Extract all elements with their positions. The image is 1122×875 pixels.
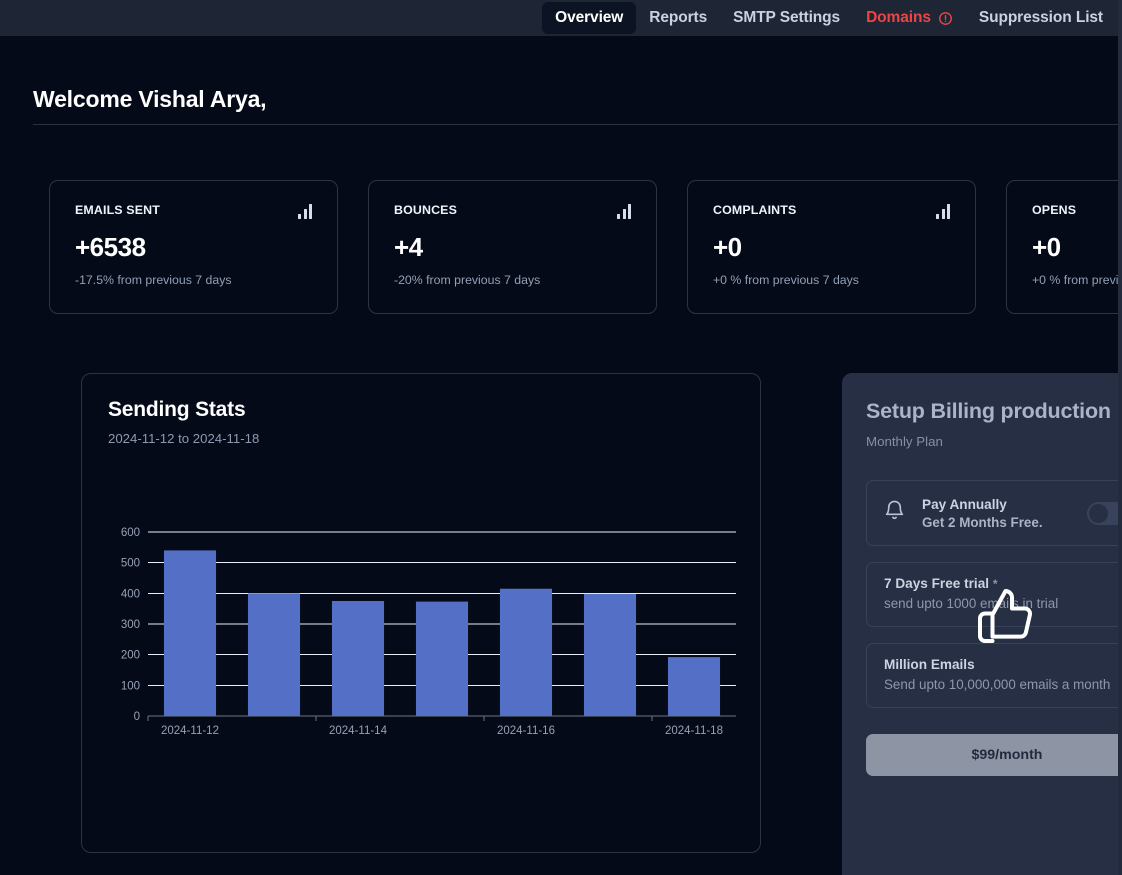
stat-delta: +0 % from previous 7 days: [713, 273, 859, 287]
toggle-knob: [1089, 503, 1108, 523]
nav-item-overview[interactable]: Overview: [542, 2, 637, 34]
pay-annually-row[interactable]: Pay Annually Get 2 Months Free.: [866, 480, 1118, 546]
billing-plan-label: Monthly Plan: [866, 434, 943, 449]
svg-text:600: 600: [121, 527, 140, 539]
feature-star: *: [992, 577, 998, 591]
svg-text:2024-11-18: 2024-11-18: [665, 725, 723, 737]
page-content: Welcome Vishal Arya, EMAILS SENT +6538 -…: [0, 36, 1118, 875]
stat-card-header: OPENS: [1032, 203, 1118, 219]
nav-item-suppression-list[interactable]: Suppression List: [966, 2, 1116, 34]
page-edge-strip: [1118, 0, 1122, 875]
price-button[interactable]: $99/month: [866, 734, 1118, 776]
nav-item-smtp-settings-label: SMTP Settings: [733, 9, 841, 26]
sending-stats-chart: 0 100 200 300 400 500 600 2024-11-12 2024-11-14 2…: [106, 524, 738, 744]
feature-million-emails: Million Emails Send upto 10,000,000 emai…: [866, 643, 1118, 708]
top-navbar: Overview Reports SMTP Settings Domains S…: [0, 0, 1122, 36]
stat-value: +0: [1032, 232, 1061, 262]
sending-stats-panel: Sending Stats 2024-11-12 to 2024-11-18 0…: [81, 373, 761, 853]
nav-item-reports-label: Reports: [649, 9, 708, 26]
chart-title: Sending Stats: [108, 398, 246, 421]
nav-item-overview-label: Overview: [555, 9, 624, 26]
svg-text:100: 100: [121, 680, 140, 692]
feature-subtitle: Send upto 10,000,000 emails a month: [884, 677, 1111, 692]
stat-card-emails-sent: EMAILS SENT +6538 -17.5% from previous 7…: [49, 180, 338, 314]
bar-chart-icon: [936, 204, 950, 219]
pay-annually-subtitle: Get 2 Months Free.: [922, 514, 1043, 530]
billing-panel: Setup Billing production Monthly Plan Pa…: [842, 373, 1118, 875]
feature-free-trial: 7 Days Free trial * send upto 1000 email…: [866, 562, 1118, 627]
stat-delta: +0 % from previous 7 days: [1032, 273, 1118, 287]
stat-card-bounces: BOUNCES +4 -20% from previous 7 days: [368, 180, 657, 314]
nav-item-list: Overview Reports SMTP Settings Domains S…: [542, 2, 1116, 34]
feature-title: Million Emails: [884, 657, 1118, 672]
svg-text:2024-11-14: 2024-11-14: [329, 725, 388, 737]
stat-value: +4: [394, 232, 423, 262]
page-title: Welcome Vishal Arya,: [33, 86, 267, 112]
alert-circle-icon: [938, 11, 953, 26]
stat-card-opens: OPENS +0 +0 % from previous 7 days: [1006, 180, 1118, 314]
stat-label: COMPLAINTS: [713, 203, 797, 217]
nav-item-reports[interactable]: Reports: [636, 2, 720, 34]
svg-text:2024-11-12: 2024-11-12: [161, 725, 219, 737]
svg-text:300: 300: [121, 619, 140, 631]
pay-annually-toggle[interactable]: [1087, 501, 1118, 525]
chart-date-range: 2024-11-12 to 2024-11-18: [108, 431, 260, 446]
svg-text:0: 0: [134, 711, 140, 723]
billing-title: Setup Billing production: [866, 399, 1111, 423]
stats-row: EMAILS SENT +6538 -17.5% from previous 7…: [49, 180, 1118, 314]
stat-label: BOUNCES: [394, 203, 458, 217]
svg-text:200: 200: [121, 650, 140, 662]
stat-delta: -20% from previous 7 days: [394, 273, 541, 287]
feature-title: 7 Days Free trial *: [884, 576, 1118, 591]
stat-value: +0: [713, 232, 742, 262]
bar-chart-icon: [617, 204, 631, 219]
stat-label: EMAILS SENT: [75, 203, 160, 217]
stat-delta: -17.5% from previous 7 days: [75, 273, 232, 287]
stat-value: +6538: [75, 232, 146, 262]
nav-item-smtp-settings[interactable]: SMTP Settings: [720, 2, 853, 34]
feature-title-text: 7 Days Free trial: [884, 576, 990, 591]
feature-subtitle: send upto 1000 emails in trial: [884, 596, 1059, 611]
stat-card-header: EMAILS SENT: [75, 203, 312, 219]
svg-text:500: 500: [121, 558, 140, 570]
stat-card-header: BOUNCES: [394, 203, 631, 219]
bar-chart-icon: [298, 204, 312, 219]
bell-icon: [883, 499, 906, 527]
svg-text:2024-11-16: 2024-11-16: [497, 725, 555, 737]
svg-text:400: 400: [121, 588, 140, 600]
feature-title-text: Million Emails: [884, 657, 975, 672]
stat-card-header: COMPLAINTS: [713, 203, 950, 219]
pay-annually-text: Pay Annually Get 2 Months Free.: [922, 497, 1071, 530]
pay-annually-title: Pay Annually: [922, 496, 1007, 512]
stat-card-complaints: COMPLAINTS +0 +0 % from previous 7 days: [687, 180, 976, 314]
stat-label: OPENS: [1032, 203, 1077, 217]
title-divider: [33, 124, 1118, 125]
nav-item-suppression-list-label: Suppression List: [978, 9, 1103, 26]
nav-item-domains-label: Domains: [866, 9, 931, 26]
nav-item-domains[interactable]: Domains: [853, 2, 966, 34]
